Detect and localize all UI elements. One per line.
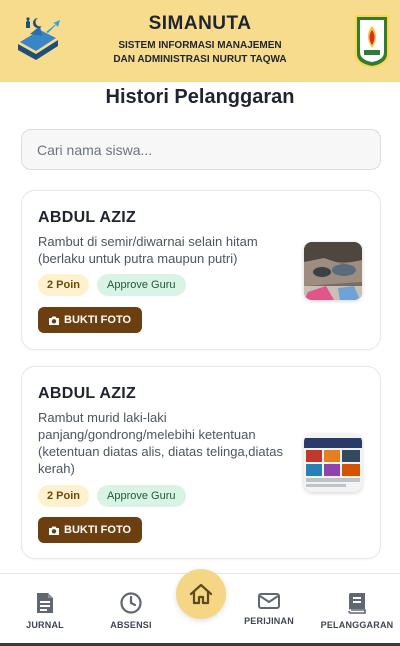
badge-row: 2 Poin Approve Guru (38, 274, 186, 296)
app-name: SIMANUTA (148, 13, 252, 34)
app-root: SIMANUTA SISTEM INFORMASI MANAJEMEN DAN … (0, 0, 400, 646)
clock-icon (120, 592, 142, 614)
student-name: ABDUL AZIZ (38, 209, 137, 226)
badge-row: 2 Poin Approve Guru (38, 485, 186, 507)
book-logo-icon (18, 17, 60, 60)
violation-card: ABDUL AZIZ Rambut di semir/diwarnai sela… (21, 190, 381, 350)
envelope-icon (258, 593, 280, 609)
nav-item-pelanggaran[interactable]: PELANGGARAN (312, 592, 400, 630)
page-title: Histori Pelanggaran (105, 86, 295, 108)
points-badge: 2 Poin (38, 485, 90, 507)
violation-description: Rambut murid laki-laki panjang/gondrong/… (38, 410, 283, 476)
app-subtitle-line1: SISTEM INFORMASI MANAJEMEN (118, 40, 282, 51)
bukti-foto-label: BUKTI FOTO (64, 314, 132, 326)
evidence-photo-image (304, 242, 362, 300)
header-text: SIMANUTA SISTEM INFORMASI MANAJEMEN DAN … (113, 13, 286, 67)
violation-description: Rambut di semir/diwarnai selain hitam (b… (38, 234, 258, 266)
status-badge: Approve Guru (97, 485, 186, 507)
search-input[interactable] (21, 129, 381, 170)
nav-item-perijinan[interactable]: PERIJINAN (224, 592, 314, 626)
bottom-navigation: JURNAL ABSENSI PERIJINAN PELANGGARAN (0, 569, 400, 646)
nav-item-jurnal[interactable]: JURNAL (0, 592, 90, 630)
bukti-foto-label: BUKTI FOTO (64, 524, 132, 536)
points-badge: 2 Poin (38, 274, 90, 296)
bukti-foto-button[interactable]: BUKTI FOTO (38, 307, 143, 333)
bukti-foto-button[interactable]: BUKTI FOTO (38, 517, 143, 543)
evidence-photo-image (304, 434, 362, 492)
violation-card: ABDUL AZIZ Rambut murid laki-laki panjan… (21, 366, 381, 559)
book-icon (348, 593, 366, 614)
student-name: ABDUL AZIZ (38, 385, 137, 402)
app-subtitle-line2: DAN ADMINISTRASI NURUT TAQWA (113, 54, 287, 65)
evidence-photo[interactable] (304, 434, 362, 492)
nav-item-absensi[interactable]: ABSENSI (86, 592, 176, 630)
nav-label-perijinan: PERIJINAN (244, 616, 294, 626)
camera-icon (49, 526, 59, 535)
nav-label-absensi: ABSENSI (110, 620, 152, 630)
camera-icon (49, 316, 59, 325)
status-badge: Approve Guru (97, 274, 186, 296)
home-icon (189, 583, 213, 605)
school-crest-icon (355, 15, 389, 68)
nav-label-pelanggaran: PELANGGARAN (320, 620, 394, 630)
document-icon (37, 593, 53, 613)
app-header: SIMANUTA SISTEM INFORMASI MANAJEMEN DAN … (0, 0, 400, 82)
home-button[interactable] (176, 569, 226, 619)
evidence-photo[interactable] (304, 242, 362, 300)
nav-label-jurnal: JURNAL (26, 620, 64, 630)
